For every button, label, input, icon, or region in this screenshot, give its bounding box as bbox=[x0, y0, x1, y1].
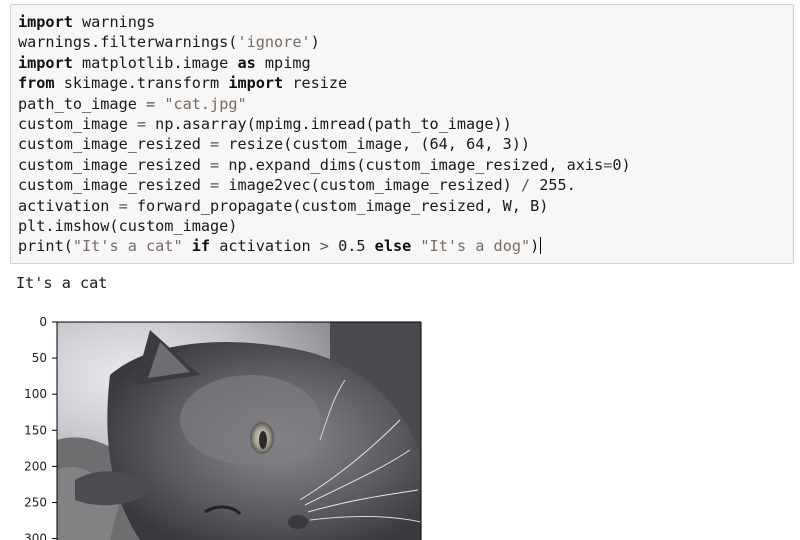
code-text: mpimg bbox=[255, 53, 311, 72]
code-operator: = bbox=[210, 135, 220, 154]
code-text: 0) bbox=[612, 155, 631, 174]
code-keyword: import bbox=[18, 13, 73, 31]
cat-photo-image bbox=[57, 322, 421, 540]
code-operator: = bbox=[136, 114, 147, 133]
code-text: resize bbox=[283, 74, 348, 93]
y-tick-label: 0 bbox=[39, 315, 47, 329]
y-tick-label: 250 bbox=[24, 496, 47, 510]
code-text: activation bbox=[18, 196, 119, 215]
code-string: "It's a dog" bbox=[420, 237, 531, 256]
code-cell-input[interactable]: import warnings warnings.filterwarnings('… bbox=[10, 4, 794, 264]
code-keyword: else bbox=[374, 237, 412, 256]
code-text: resize(custom_image, (64, 64, 3)) bbox=[219, 135, 531, 154]
code-operator: = bbox=[210, 155, 220, 174]
code-text: skimage.transform bbox=[54, 74, 229, 93]
code-line[interactable]: custom_image_resized = np.expand_dims(cu… bbox=[18, 155, 793, 175]
image-plot-svg: 0 50 100 150 200 250 300 bbox=[24, 315, 422, 540]
code-text: matplotlib.image bbox=[72, 53, 238, 72]
code-text: custom_image_resized bbox=[18, 155, 211, 174]
y-axis-ticks: 0 50 100 150 200 250 300 bbox=[24, 315, 57, 540]
code-text: image2vec(custom_image_resized) bbox=[219, 176, 521, 195]
code-text: ) bbox=[310, 33, 320, 52]
y-tick-label: 50 bbox=[32, 351, 47, 365]
code-keyword: import bbox=[228, 74, 284, 93]
code-string: "It's a cat" bbox=[72, 237, 183, 256]
code-text: activation bbox=[210, 237, 320, 256]
y-tick-label: 300 bbox=[24, 532, 47, 540]
code-text: custom_image_resized bbox=[18, 135, 211, 154]
code-string: "cat.jpg" bbox=[164, 94, 247, 113]
code-keyword: from bbox=[18, 74, 55, 93]
code-text: 0.5 bbox=[328, 237, 375, 256]
code-line[interactable]: activation = forward_propagate(custom_im… bbox=[18, 196, 793, 216]
code-line[interactable]: plt.imshow(custom_image) bbox=[18, 216, 793, 236]
code-operator: / bbox=[520, 176, 531, 195]
code-keyword: import bbox=[18, 53, 73, 72]
code-text: warnings bbox=[72, 13, 156, 31]
code-text: 255. bbox=[530, 176, 576, 195]
code-operator: = bbox=[146, 94, 156, 113]
code-operator: = bbox=[210, 176, 220, 195]
code-text: print( bbox=[18, 237, 73, 256]
notebook-page: import warnings warnings.filterwarnings('… bbox=[0, 0, 800, 540]
image-plot: 0 50 100 150 200 250 300 bbox=[0, 300, 440, 540]
code-text: path_to_image bbox=[18, 94, 147, 113]
code-line[interactable]: print("It's a cat" if activation > 0.5 e… bbox=[18, 236, 793, 256]
code-line[interactable]: custom_image = np.asarray(mpimg.imread(p… bbox=[18, 114, 793, 134]
code-text: custom_image bbox=[18, 114, 137, 133]
code-line[interactable]: from skimage.transform import resize bbox=[18, 73, 793, 93]
y-tick-label: 100 bbox=[24, 387, 47, 401]
cell-output-text: It's a cat bbox=[16, 274, 108, 292]
y-tick-label: 200 bbox=[24, 459, 47, 473]
code-text: plt.imshow(custom_image) bbox=[18, 216, 238, 235]
code-operator: > bbox=[319, 237, 329, 256]
code-text: warnings.filterwarnings( bbox=[18, 33, 238, 52]
code-text: forward_propagate(custom_image_resized, … bbox=[127, 196, 549, 215]
code-text: np.expand_dims(custom_image_resized, axi… bbox=[219, 155, 604, 174]
code-text: ) bbox=[530, 237, 540, 256]
code-keyword: if bbox=[191, 237, 211, 256]
code-line[interactable]: custom_image_resized = image2vec(custom_… bbox=[18, 175, 793, 195]
code-text: np.asarray(mpimg.imread(path_to_image)) bbox=[146, 114, 512, 133]
code-string: 'ignore' bbox=[237, 33, 311, 52]
code-line[interactable]: warnings.filterwarnings('ignore') bbox=[18, 32, 793, 52]
code-line[interactable]: path_to_image = "cat.jpg" bbox=[18, 94, 793, 114]
code-operator: = bbox=[118, 196, 128, 215]
text-cursor bbox=[540, 237, 542, 255]
code-line[interactable]: import warnings bbox=[18, 12, 793, 32]
code-line[interactable]: import matplotlib.image as mpimg bbox=[18, 53, 793, 73]
code-keyword: as bbox=[237, 53, 256, 72]
code-text: custom_image_resized bbox=[18, 176, 211, 195]
code-line[interactable]: custom_image_resized = resize(custom_ima… bbox=[18, 134, 793, 154]
y-tick-label: 150 bbox=[24, 423, 47, 437]
